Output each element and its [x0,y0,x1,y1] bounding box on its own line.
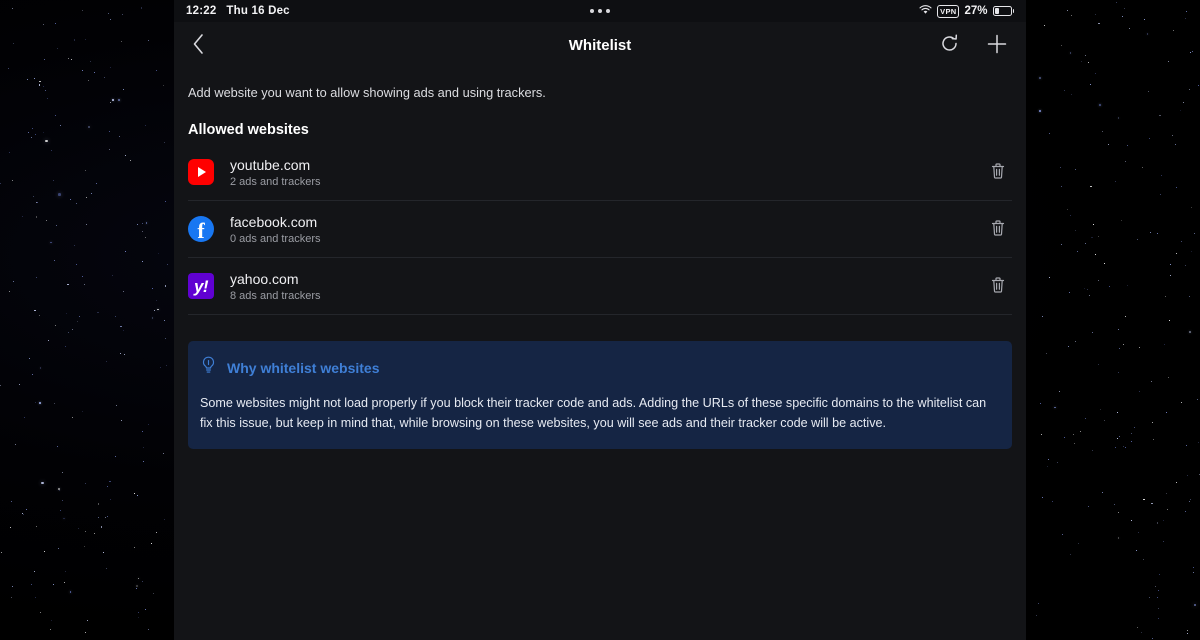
info-card-header: Why whitelist websites [200,355,1000,380]
delete-site-button[interactable] [984,270,1012,303]
youtube-icon [188,159,214,185]
trash-icon [990,276,1006,297]
status-bar-left: 12:22 Thu 16 Dec [186,5,290,17]
site-tracker-count: 8 ads and trackers [230,289,321,302]
site-domain: youtube.com [230,156,311,173]
site-tracker-count: 2 ads and trackers [230,175,321,188]
chevron-left-icon [192,33,205,58]
refresh-button[interactable] [935,29,964,61]
status-date: Thu 16 Dec [226,5,290,17]
page-title: Whitelist [568,36,632,54]
status-bar-center [174,9,1026,13]
add-website-button[interactable] [982,29,1012,62]
yahoo-icon: y! [188,273,214,299]
status-bar: 12:22 Thu 16 Dec VPN 27% [174,0,1026,22]
facebook-icon: f [188,216,214,242]
site-domain: facebook.com [230,213,318,230]
navigation-actions [935,29,1012,62]
battery-percent: 27% [964,5,988,17]
more-dots-icon [590,9,610,13]
vpn-badge: VPN [937,4,960,18]
back-button[interactable] [188,29,209,62]
app-window: 12:22 Thu 16 Dec VPN 27% Whitelist Add w… [174,0,1026,640]
status-bar-right: VPN 27% [919,4,1014,18]
list-item[interactable]: f facebook.com 0 ads and trackers [188,201,1012,258]
info-card-body: Some websites might not load properly if… [200,396,987,430]
list-item[interactable]: youtube.com 2 ads and trackers [188,144,1012,201]
battery-icon [992,6,1014,16]
site-info: yahoo.com 8 ads and trackers [230,271,321,302]
list-item[interactable]: y! yahoo.com 8 ads and trackers [188,258,1012,315]
main-content: Add website you want to allow showing ad… [174,85,1026,450]
lightbulb-icon [200,355,217,380]
trash-icon [990,219,1006,240]
site-domain: yahoo.com [230,270,299,287]
status-time: 12:22 [186,5,217,17]
delete-site-button[interactable] [984,213,1012,246]
site-info: youtube.com 2 ads and trackers [230,157,321,188]
info-card: Why whitelist websites Some websites mig… [188,341,1012,450]
trash-icon [990,162,1006,183]
refresh-icon [939,33,960,57]
intro-description: Add website you want to allow showing ad… [188,85,546,100]
plus-icon [986,33,1008,58]
site-tracker-count: 0 ads and trackers [230,232,321,245]
wifi-icon [919,4,932,18]
delete-site-button[interactable] [984,156,1012,189]
section-heading: Allowed websites [188,122,309,138]
site-info: facebook.com 0 ads and trackers [230,214,321,245]
navigation-bar: Whitelist [174,22,1026,68]
info-card-title: Why whitelist websites [227,359,380,376]
